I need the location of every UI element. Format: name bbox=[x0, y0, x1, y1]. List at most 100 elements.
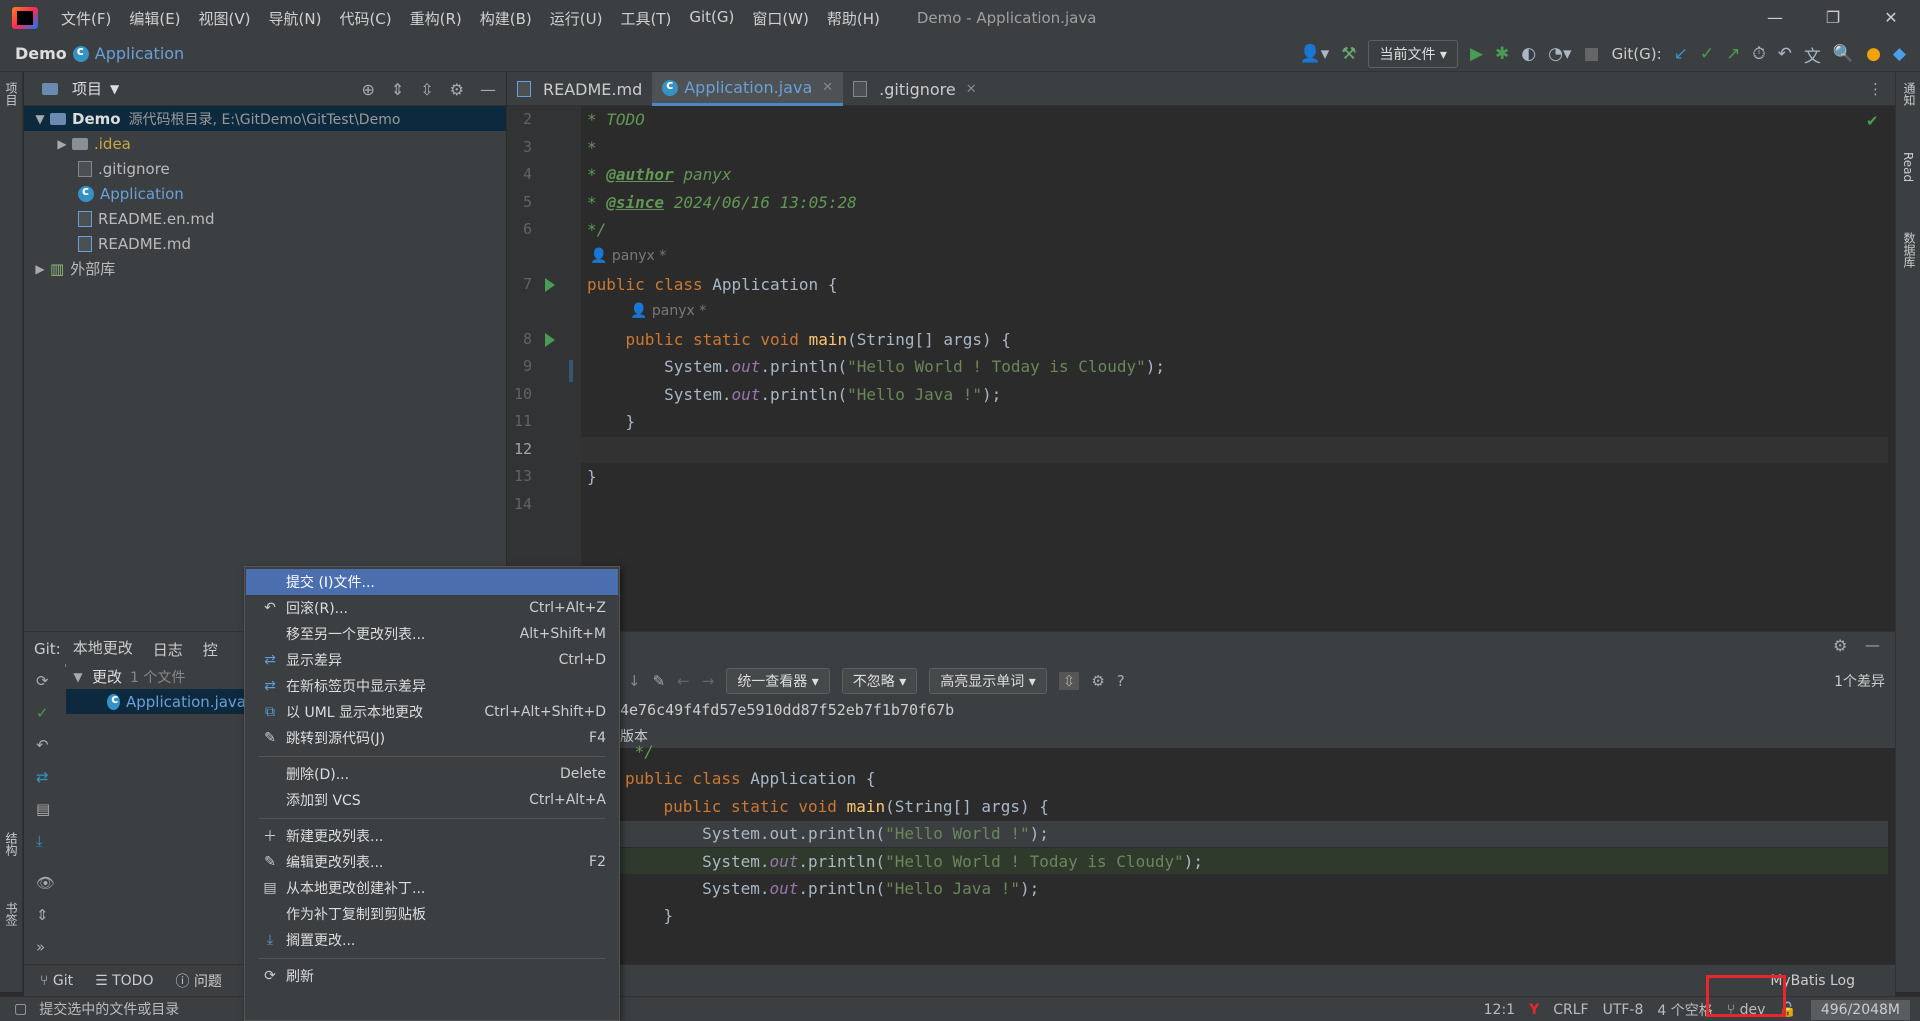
tree-item-gitignore[interactable]: .gitignore bbox=[24, 156, 506, 181]
more-tabs-icon[interactable]: ⋮ bbox=[1868, 80, 1883, 98]
tree-item-external-libs[interactable]: ▶ ▥ 外部库 bbox=[24, 256, 506, 281]
git-update-icon[interactable]: ↙ bbox=[1674, 44, 1688, 64]
menu-item-diff-new-tab[interactable]: ⇄ 在新标签页中显示差异 bbox=[246, 673, 618, 699]
user-icon[interactable]: 👤▾ bbox=[1300, 44, 1330, 64]
caret-position[interactable]: 12:1 bbox=[1484, 1002, 1515, 1018]
coverage-icon[interactable]: ◐ bbox=[1521, 44, 1536, 64]
minimize-icon[interactable]: — bbox=[1746, 0, 1804, 36]
next-diff-icon[interactable]: → bbox=[702, 672, 715, 690]
rollback-icon[interactable]: ↶ bbox=[36, 736, 49, 754]
menu-item-copy-patch[interactable]: 作为补丁复制到剪贴板 bbox=[246, 901, 618, 927]
menu-item-delete[interactable]: 删除(D)... Delete bbox=[246, 761, 618, 787]
breadcrumb-project[interactable]: Demo bbox=[15, 44, 67, 63]
problems-tool-button[interactable]: ⓘ 问题 bbox=[175, 971, 221, 991]
restore-icon[interactable]: ❐ bbox=[1804, 0, 1862, 36]
menu-view[interactable]: 视图(V) bbox=[190, 8, 260, 29]
collapse-unchanged-icon[interactable]: ⇳ bbox=[1058, 672, 1080, 690]
tree-item-application[interactable]: Application bbox=[24, 181, 506, 206]
hide-icon[interactable]: — bbox=[480, 80, 496, 99]
changelist-icon[interactable]: ▤ bbox=[36, 800, 50, 818]
chevron-down-icon[interactable]: ▼ bbox=[32, 112, 48, 126]
line-separator[interactable]: CRLF bbox=[1553, 1002, 1588, 1018]
tab-readme[interactable]: README.md bbox=[507, 72, 652, 106]
tab-local-changes[interactable]: 本地更改 bbox=[64, 631, 141, 667]
run-config-select[interactable]: 当前文件 ▾ bbox=[1368, 40, 1458, 68]
menu-item-edit-changelist[interactable]: ✎ 编辑更改列表... F2 bbox=[246, 849, 618, 875]
menu-item-create-patch[interactable]: ▤ 从本地更改创建补丁... bbox=[246, 875, 618, 901]
collapse-all-icon[interactable]: ⇳ bbox=[420, 80, 433, 99]
database-tool-tab[interactable]: 数据库 bbox=[1901, 232, 1918, 268]
indent-setting[interactable]: 4 个空格 bbox=[1657, 1000, 1712, 1020]
git-push-icon[interactable]: ↗ bbox=[1726, 44, 1740, 64]
commit-check-icon[interactable]: ✓ bbox=[36, 704, 49, 722]
hide-panel-icon[interactable]: — bbox=[1865, 636, 1880, 654]
memory-indicator[interactable]: 496/2048M bbox=[1810, 999, 1910, 1020]
chevron-right-icon[interactable]: ▶ bbox=[54, 137, 70, 151]
status-toggle-icon[interactable]: ▢ bbox=[14, 1001, 27, 1017]
menu-window[interactable]: 窗口(W) bbox=[743, 8, 818, 29]
expand-all-icon[interactable]: ⇕ bbox=[391, 80, 404, 99]
yapi-icon[interactable]: Y bbox=[1529, 1002, 1539, 1018]
menu-item-show-diff[interactable]: ⇄ 显示差异 Ctrl+D bbox=[246, 647, 618, 673]
structure-tool-tab[interactable]: 结构 bbox=[3, 832, 20, 856]
run-icon[interactable]: ▶ bbox=[1470, 44, 1483, 64]
prev-diff-icon[interactable]: ← bbox=[677, 672, 690, 690]
diff-icon[interactable]: ⇄ bbox=[36, 768, 49, 786]
todo-tool-button[interactable]: ☰ TODO bbox=[95, 973, 153, 989]
git-history-icon[interactable]: ⏱ bbox=[1752, 44, 1765, 64]
author-inlay-hint[interactable]: 👤 panyx * bbox=[630, 303, 706, 319]
notifications-tool-tab[interactable]: 通知 bbox=[1901, 82, 1918, 106]
bookmarks-tool-tab[interactable]: 书签 bbox=[3, 902, 20, 926]
menu-item-move-changelist[interactable]: 移至另一个更改列表... Alt+Shift+M bbox=[246, 621, 618, 647]
menu-item-jump-source[interactable]: ✎ 跳转到源代码(J) F4 bbox=[246, 725, 618, 751]
menu-item-add-vcs[interactable]: 添加到 VCS Ctrl+Alt+A bbox=[246, 787, 618, 813]
author-inlay-hint[interactable]: 👤 panyx * bbox=[590, 248, 666, 264]
menu-item-uml[interactable]: ⧉ 以 UML 显示本地更改 Ctrl+Alt+Shift+D bbox=[246, 699, 618, 725]
menu-item-new-changelist[interactable]: ＋ 新建更改列表... bbox=[246, 823, 618, 849]
search-icon[interactable]: 🔍 bbox=[1833, 44, 1854, 64]
tab-console[interactable]: 控 bbox=[195, 633, 226, 666]
more-icon[interactable]: » bbox=[36, 938, 45, 956]
run-gutter-icon[interactable] bbox=[545, 278, 555, 292]
translate-icon[interactable]: 文 bbox=[1804, 42, 1821, 67]
menu-navigate[interactable]: 导航(N) bbox=[260, 8, 331, 29]
move-down-icon[interactable]: ↓ bbox=[628, 672, 641, 690]
gear-icon[interactable]: ⚙ bbox=[1833, 636, 1847, 655]
git-tool-button[interactable]: ⑂ Git bbox=[40, 973, 73, 989]
menu-help[interactable]: 帮助(H) bbox=[818, 8, 889, 29]
shelve-icon[interactable]: ⤓ bbox=[36, 832, 43, 850]
eye-icon[interactable]: 👁 bbox=[36, 874, 55, 892]
project-tool-tab[interactable]: 项目 bbox=[3, 82, 20, 106]
close-icon[interactable]: ✕ bbox=[1862, 0, 1920, 36]
tree-root-demo[interactable]: ▼ Demo 源代码根目录, E:\GitDemo\GitTest\Demo bbox=[24, 106, 506, 131]
tab-application[interactable]: Application.java ✕ bbox=[652, 72, 844, 106]
plugin-icon[interactable]: ◆ bbox=[1893, 44, 1906, 64]
chevron-down-icon[interactable]: ▼ bbox=[110, 82, 119, 96]
tree-item-readme-en[interactable]: README.en.md bbox=[24, 206, 506, 231]
profile-icon[interactable]: ◔▾ bbox=[1548, 44, 1571, 64]
stop-icon[interactable]: ■ bbox=[1584, 44, 1600, 64]
gear-icon[interactable]: ⚙ bbox=[450, 80, 464, 99]
refresh-icon[interactable]: ⟳ bbox=[36, 672, 49, 690]
menu-tools[interactable]: 工具(T) bbox=[611, 8, 680, 29]
edit-icon[interactable]: ✎ bbox=[653, 672, 666, 690]
close-tab-icon[interactable]: ✕ bbox=[966, 82, 977, 97]
changelist-default[interactable]: ▼ 更改 1 个文件 bbox=[66, 664, 246, 689]
tree-item-readme[interactable]: README.md bbox=[24, 231, 506, 256]
git-rollback-icon[interactable]: ↶ bbox=[1778, 44, 1792, 64]
project-panel-title[interactable]: 项目 bbox=[72, 78, 102, 99]
menu-code[interactable]: 代码(C) bbox=[330, 8, 400, 29]
build-hammer-icon[interactable]: ⚒ bbox=[1341, 44, 1356, 64]
menu-edit[interactable]: 编辑(E) bbox=[120, 8, 189, 29]
changed-file-row[interactable]: Application.java bbox=[66, 689, 246, 714]
highlight-select[interactable]: 高亮显示单词 ▾ bbox=[929, 668, 1047, 694]
menu-item-refresh[interactable]: ⟳ 刷新 bbox=[246, 963, 618, 989]
locate-icon[interactable]: ⊕ bbox=[361, 80, 374, 99]
chevron-down-icon[interactable]: ▼ bbox=[70, 670, 86, 684]
viewer-select[interactable]: 统一查看器 ▾ bbox=[726, 668, 830, 694]
tab-log[interactable]: 日志 bbox=[145, 633, 191, 666]
ignore-select[interactable]: 不忽略 ▾ bbox=[841, 668, 918, 694]
menu-file[interactable]: 文件(F) bbox=[52, 8, 120, 29]
run-gutter-icon[interactable] bbox=[545, 333, 555, 347]
update-icon[interactable]: ● bbox=[1866, 44, 1881, 64]
